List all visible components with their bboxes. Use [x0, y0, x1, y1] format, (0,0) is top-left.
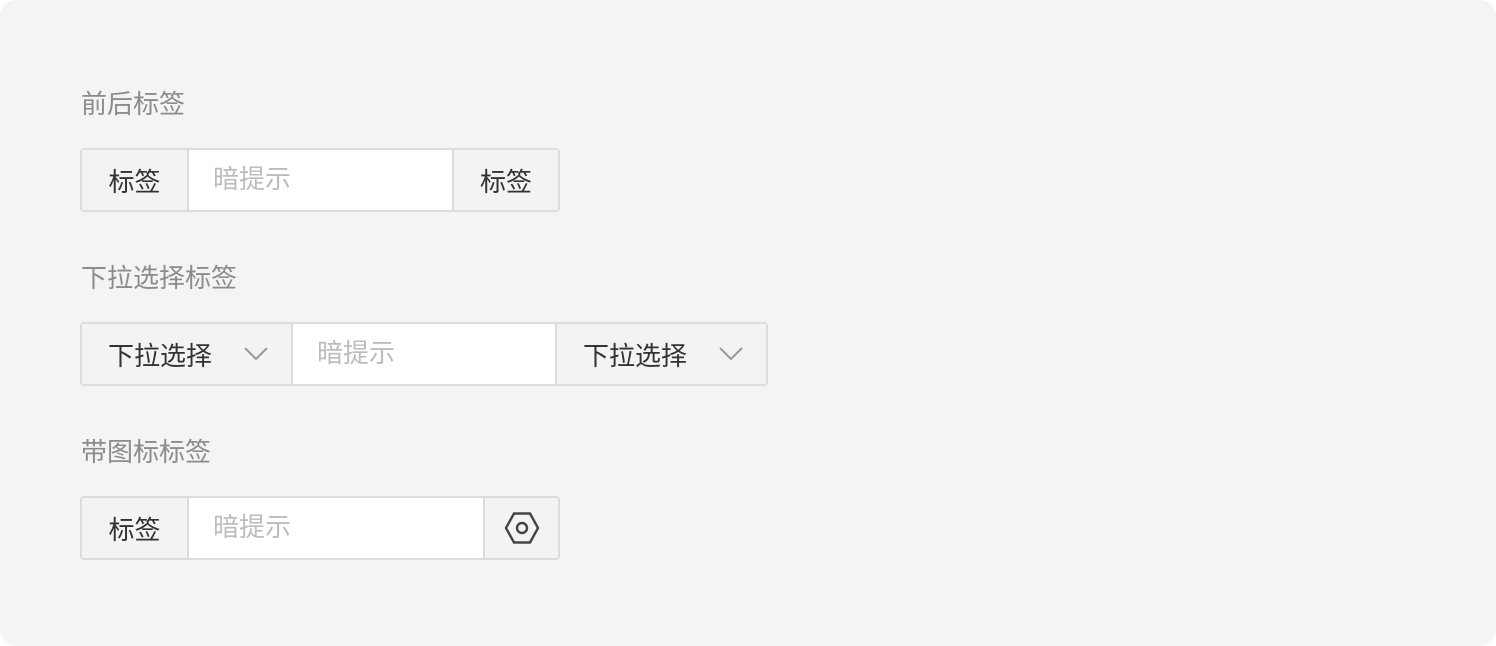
input-group-icon: 标签: [80, 496, 560, 560]
prefix-select-dropdown[interactable]: 下拉选择: [82, 324, 293, 384]
hexagon-settings-icon: [504, 512, 539, 544]
input-field-wrapper: [293, 324, 555, 384]
text-input[interactable]: [213, 513, 483, 543]
input-field-wrapper: [189, 150, 452, 210]
settings-icon-button[interactable]: [483, 498, 558, 558]
input-field-wrapper: [189, 498, 483, 558]
suffix-select-value: 下拉选择: [583, 341, 688, 372]
suffix-select-dropdown[interactable]: 下拉选择: [555, 324, 766, 384]
input-group-prefix-suffix: 标签 标签: [80, 148, 560, 212]
input-group-dropdown: 下拉选择 下拉选择: [80, 322, 768, 386]
section-title-dropdown: 下拉选择标签: [81, 264, 238, 294]
prefix-label-addon: 标签: [82, 150, 189, 210]
text-input[interactable]: [213, 165, 452, 195]
prefix-label-addon: 标签: [82, 498, 189, 558]
demo-panel: 前后标签 标签 标签 下拉选择标签 下拉选择 下拉选择 带图标标签 标签: [0, 0, 1496, 646]
chevron-down-icon: [244, 347, 268, 361]
text-input[interactable]: [317, 339, 555, 369]
section-title-icon: 带图标标签: [81, 438, 212, 468]
prefix-select-value: 下拉选择: [108, 341, 213, 372]
section-title-prefix-suffix: 前后标签: [81, 90, 186, 120]
suffix-label-addon: 标签: [452, 150, 558, 210]
chevron-down-icon: [719, 347, 743, 361]
